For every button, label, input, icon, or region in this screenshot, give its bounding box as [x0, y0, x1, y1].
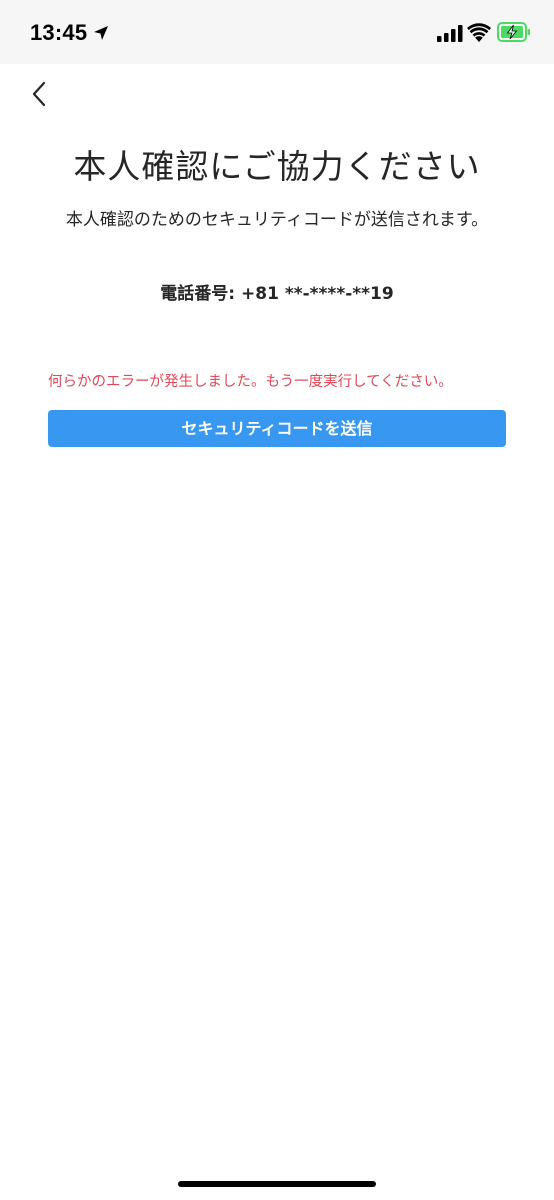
location-arrow-icon: [94, 26, 108, 40]
battery-charging-icon: [497, 22, 530, 42]
page-title: 本人確認にご協力ください: [73, 147, 481, 186]
status-bar: 13:45: [0, 0, 554, 64]
back-button[interactable]: [22, 76, 58, 112]
error-message: 何らかのエラーが発生しました。もう一度実行してください。: [48, 374, 453, 390]
cellular-signal-icon: [437, 25, 463, 42]
home-indicator[interactable]: [178, 1181, 376, 1187]
screen: 13:45 本人確認にご協力ください 本人確認のためのセキュリティコードが送信さ…: [0, 0, 554, 1200]
phone-number-label: 電話番号: +81 **-****-**19: [160, 284, 394, 304]
page-subtitle: 本人確認のためのセキュリティコードが送信されます。: [65, 210, 489, 230]
send-security-code-button[interactable]: セキュリティコードを送信: [48, 410, 506, 447]
status-time: 13:45: [30, 20, 88, 45]
wifi-icon: [467, 23, 491, 42]
chevron-left-icon: [32, 81, 46, 107]
